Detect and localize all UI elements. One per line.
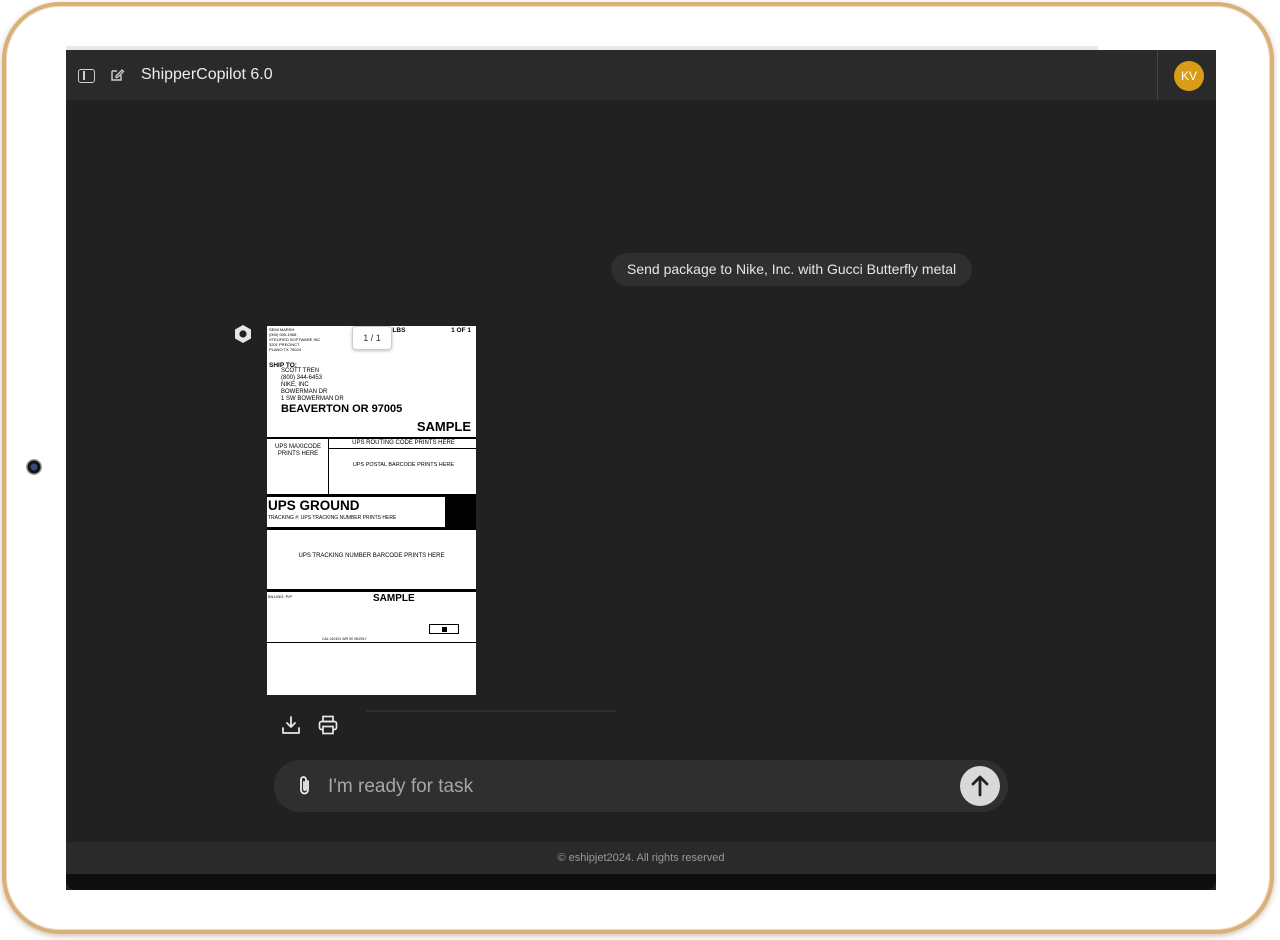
label-tracking-barcode-text: UPS TRACKING NUMBER BARCODE PRINTS HERE [298,553,445,559]
label-city-line: BEAVERTON OR 97005 [281,403,403,415]
assistant-hexagon-icon [235,325,251,343]
message-composer [274,760,1008,812]
label-ship-to-address: SCOTT TREN (800) 344-6453 NIKE, INC BOWE… [281,368,344,402]
label-divider [267,527,476,530]
label-maxicode-text: UPS MAXICODE PRINTS HERE [274,444,321,457]
label-divider [267,437,476,439]
label-footer-code: CAL 010101 WR 00 05/2017 [322,637,367,641]
print-icon[interactable] [317,714,339,736]
label-billing: BILLING: P/P [268,594,293,599]
label-divider [329,448,476,449]
app-title: ShipperCopilot 6.0 [141,66,273,83]
task-input[interactable] [326,772,950,802]
footer-copyright: © eshipjet2024. All rights reserved [66,842,1216,874]
label-divider [267,589,476,592]
topbar-divider [1157,50,1158,100]
label-sample-stamp: SAMPLE [416,419,471,434]
send-button[interactable] [960,766,1000,806]
shipping-label-preview[interactable]: SEMI MARSH (000) 000-1968 STEUFIED SOFTW… [267,326,476,695]
download-icon[interactable] [280,714,302,736]
top-bar: ShipperCopilot 6.0 KV [66,50,1216,100]
label-routing-text: UPS ROUTING CODE PRINTS HERE [352,440,455,446]
screen-bottom-edge [66,874,1216,890]
label-shadow [366,710,616,712]
app-screen: ShipperCopilot 6.0 KV Send package to Ni… [66,50,1216,890]
new-chat-edit-icon[interactable] [109,67,125,83]
label-sample-stamp-2: SAMPLE [373,593,415,604]
label-postal-text: UPS POSTAL BARCODE PRINTS HERE [352,462,455,468]
label-2d-barcode-icon [429,624,459,634]
label-service: UPS GROUND [268,498,360,513]
sidebar-toggle-icon[interactable] [78,69,95,83]
page-counter: 1 / 1 [352,326,392,350]
arrow-up-icon [971,775,989,797]
label-divider [328,437,329,494]
camera-icon [26,459,42,475]
paperclip-icon[interactable] [298,774,312,798]
label-tracking-number: TRACKING #: UPS TRACKING NUMBER PRINTS H… [268,515,397,521]
label-from-address: SEMI MARSH (000) 000-1968 STEUFIED SOFTW… [269,327,321,352]
user-message: Send package to Nike, Inc. with Gucci Bu… [611,253,973,286]
user-avatar[interactable]: KV [1174,61,1204,91]
label-service-indicator [445,496,476,528]
label-package-count: 1 OF 1 [451,327,471,334]
label-divider [267,642,476,643]
